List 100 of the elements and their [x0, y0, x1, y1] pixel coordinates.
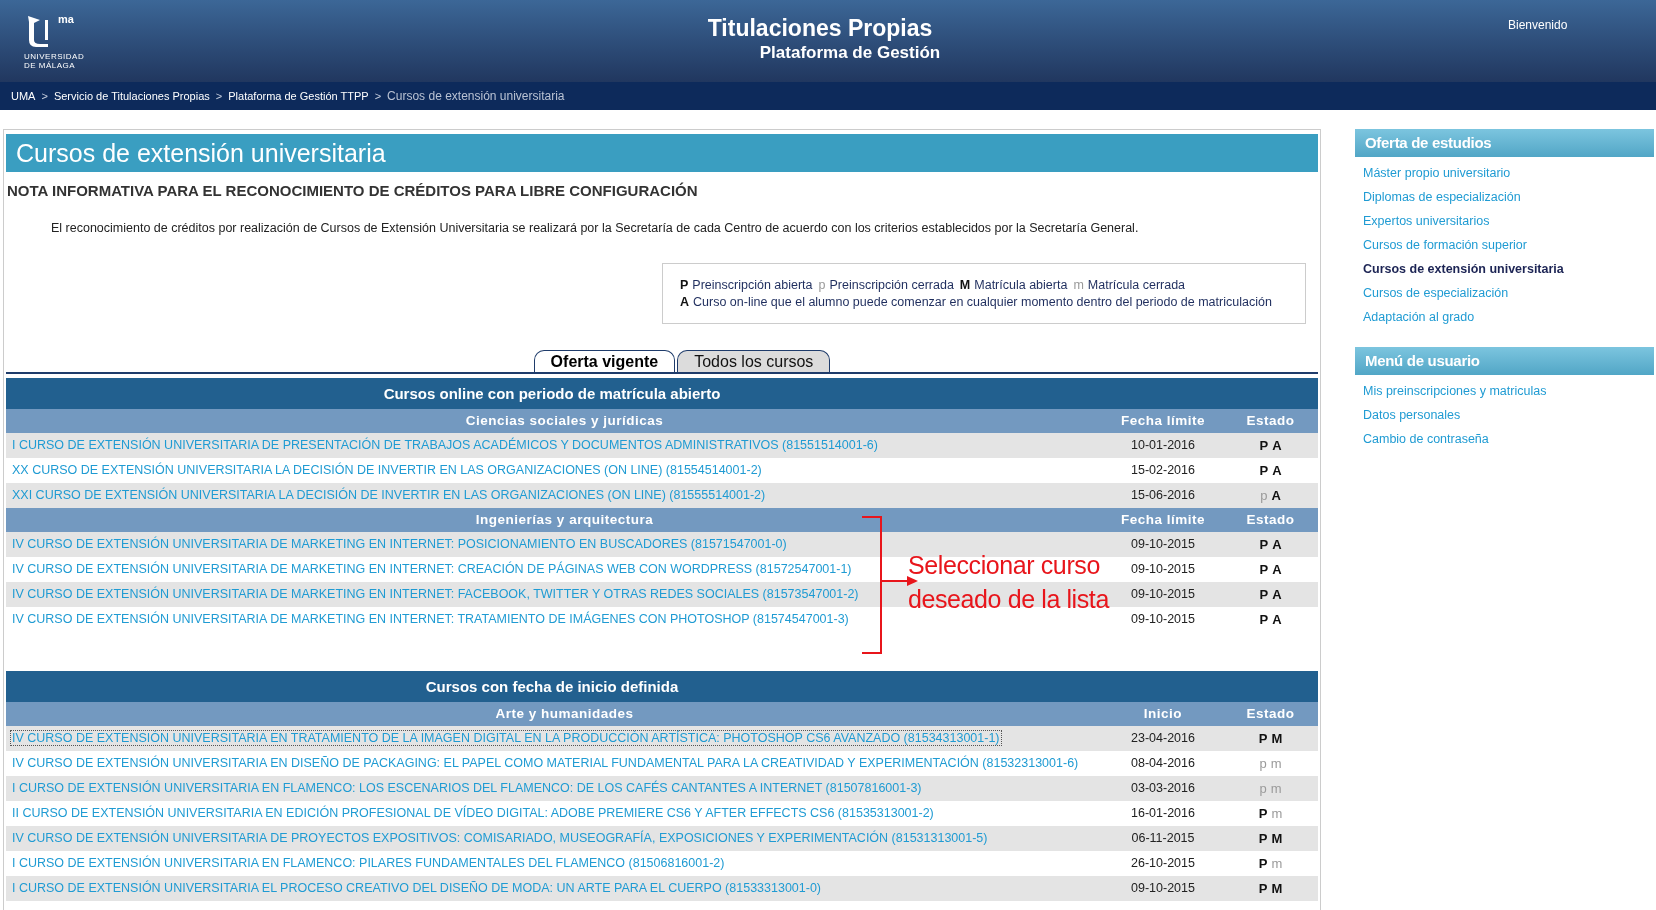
- status-letter: p: [1259, 780, 1267, 798]
- status-letter: A: [1272, 462, 1282, 480]
- university-logo[interactable]: ma UNIVERSIDAD DE MÁLAGA: [24, 12, 84, 68]
- date-cell-text: 26-10-2015: [1130, 855, 1196, 873]
- column-header: Estado: [1245, 412, 1296, 431]
- site-title: Titulaciones Propias: [707, 14, 933, 42]
- breadcrumb-link[interactable]: Servicio de Titulaciones Propias: [53, 87, 210, 105]
- date-cell-text: 08-04-2016: [1130, 755, 1196, 773]
- breadcrumb-separator: >: [374, 88, 382, 104]
- sidebar-link[interactable]: Cursos de extensión universitaria: [1363, 257, 1654, 281]
- course-link[interactable]: II CURSO DE EXTENSIÓN UNIVERSITARIA EN EDICIÓN PROFESIONAL DE VÍDEO DIGITAL: ADOBE PREMIERE CS6 Y AFTER EFFECTS CS6 (81535313001-2): [11, 806, 935, 821]
- sidebar-link[interactable]: Adaptación al grado: [1363, 305, 1654, 329]
- status-letter: m: [1271, 805, 1283, 823]
- tab[interactable]: Todos los cursos: [677, 350, 831, 373]
- date-cell-text: 15-06-2016: [1130, 487, 1196, 505]
- course-link[interactable]: IV CURSO DE EXTENSIÓN UNIVERSITARIA DE MARKETING EN INTERNET: CREACIÓN DE PÁGINAS WEB CON WORDPRESS (81572547001-1): [11, 562, 853, 577]
- course-link[interactable]: IV CURSO DE EXTENSIÓN UNIVERSITARIA DE MARKETING EN INTERNET: POSICIONAMIENTO EN BUSCADORES (81571547001-0): [11, 537, 788, 552]
- date-cell-text: 06-11-2015: [1130, 830, 1196, 848]
- status-letter: A: [1271, 487, 1281, 505]
- sidebar-header: Menú de usuario: [1355, 347, 1654, 375]
- annotation-text: deseado de la lista: [908, 584, 1109, 615]
- legend-label: Curso on-line que el alumno puede comenzar en cualquier momento dentro del periodo de matriculación: [693, 294, 1272, 312]
- course-link[interactable]: I CURSO DE EXTENSIÓN UNIVERSITARIA DE PRESENTACIÓN DE TRABAJOS ACADÉMICOS Y DOCUMENTOS ADMINISTRATIVOS (81551514001-6): [11, 438, 879, 453]
- date-cell-text: 09-10-2015: [1130, 611, 1196, 629]
- status-letter: m: [1270, 755, 1282, 773]
- column-header: Estado: [1245, 705, 1296, 724]
- breadcrumb-separator: >: [215, 88, 223, 104]
- breadcrumb-link[interactable]: Cursos de extensión universitaria: [387, 87, 565, 105]
- status-letter: m: [1073, 277, 1084, 295]
- status-letter: P: [1258, 855, 1268, 873]
- status-letter: P: [1258, 880, 1268, 898]
- status-letter: P: [1259, 611, 1269, 629]
- column-header: Estado: [1245, 511, 1296, 530]
- course-link[interactable]: IV CURSO DE EXTENSIÓN UNIVERSITARIA DE MARKETING EN INTERNET: TRATAMIENTO DE IMÁGENES CON PHOTOSHOP (81574547001-3): [11, 612, 850, 627]
- course-link[interactable]: IV CURSO DE EXTENSIÓN UNIVERSITARIA DE MARKETING EN INTERNET: FACEBOOK, TWITTER Y OTRAS REDES SOCIALES (81573547001-2): [11, 587, 860, 602]
- sidebar-link[interactable]: Expertos universitarios: [1363, 209, 1654, 233]
- breadcrumb-link[interactable]: Plataforma de Gestión TTPP: [228, 87, 369, 105]
- sidebar-header: Oferta de estudios: [1355, 129, 1654, 157]
- date-cell-text: 09-10-2015: [1130, 561, 1196, 579]
- status-letter: p: [818, 277, 826, 295]
- sidebar-link[interactable]: Datos personales: [1363, 403, 1654, 427]
- status-letter: P: [1258, 730, 1268, 748]
- status-letter: P: [1259, 586, 1269, 604]
- sidebar-link[interactable]: Cambio de contraseña: [1363, 427, 1654, 451]
- course-link[interactable]: IV CURSO DE EXTENSIÓN UNIVERSITARIA EN DISEÑO DE PACKAGING: EL PAPEL COMO MATERIAL FUNDAMENTAL PARA LA CREATIVIDAD Y EXPERIMENTACIÓN (81532313001-6): [11, 756, 1080, 771]
- status-letter: p: [1260, 487, 1268, 505]
- date-cell-text: 16-01-2016: [1130, 805, 1196, 823]
- greeting-text: Bienvenido: [1508, 17, 1568, 34]
- logo-mark: ma: [58, 14, 74, 25]
- course-link[interactable]: I CURSO DE EXTENSIÓN UNIVERSITARIA EN FLAMENCO: LOS ESCENARIOS DEL FLAMENCO: DE LOS CAFÉS CANTANTES A INTERNET (81507816001-3): [11, 781, 923, 796]
- date-cell-text: 03-03-2016: [1130, 780, 1196, 798]
- status-letter: m: [1270, 780, 1282, 798]
- course-link[interactable]: XXI CURSO DE EXTENSIÓN UNIVERSITARIA LA DECISIÓN DE INVERTIR EN LAS ORGANIZACIONES (ON LINE) (81555514001-2): [11, 488, 767, 503]
- sidebar-link[interactable]: Cursos de especialización: [1363, 281, 1654, 305]
- date-cell-text: 09-10-2015: [1130, 880, 1196, 898]
- status-letter: m: [1271, 855, 1283, 873]
- annotation-text: Seleccionar curso: [908, 550, 1101, 581]
- sidebar-link[interactable]: Cursos de formación superior: [1363, 233, 1654, 257]
- legend-label: Preinscripción abierta: [692, 277, 813, 295]
- notice-heading: NOTA INFORMATIVA PARA EL RECONOCIMIENTO DE CRÉDITOS PARA LIBRE CONFIGURACIÓN: [6, 181, 699, 201]
- sidebar-link[interactable]: Máster propio universitario: [1363, 161, 1654, 185]
- tab[interactable]: Oferta vigente: [533, 350, 676, 373]
- column-header: Fecha límite: [1120, 412, 1206, 431]
- logo-icon: [26, 14, 50, 48]
- course-link[interactable]: IV CURSO DE EXTENSIÓN UNIVERSITARIA DE PROYECTOS EXPOSITIVOS: COMISARIADO, MUSEOGRAFÍA, EXPOSICIONES Y EXPERIMENTACIÓN (81531313001-5): [11, 831, 989, 846]
- legend-label: Preinscripción cerrada: [829, 277, 954, 295]
- notice-text: El reconocimiento de créditos por realización de Cursos de Extensión Universitaria se realizará por la Secretaría de cada Centro de acuerdo con los criterios establecidos por la Secretaría General.: [50, 219, 1140, 237]
- status-letter: p: [1259, 755, 1267, 773]
- course-link[interactable]: I CURSO DE EXTENSIÓN UNIVERSITARIA EN FLAMENCO: PILARES FUNDAMENTALES DEL FLAMENCO (81506816001-2): [11, 856, 726, 871]
- status-letter: P: [1258, 805, 1268, 823]
- legend-label: Matrícula cerrada: [1087, 277, 1186, 295]
- status-letter: P: [1259, 462, 1269, 480]
- sidebar-link[interactable]: Diplomas de especialización: [1363, 185, 1654, 209]
- status-letter: A: [1272, 611, 1282, 629]
- status-letter: P: [1259, 561, 1269, 579]
- logo-caption: UNIVERSIDAD: [24, 52, 85, 61]
- course-link[interactable]: IV CURSO DE EXTENSIÓN UNIVERSITARIA EN TRATAMIENTO DE LA IMAGEN DIGITAL EN LA PRODUCCIÓN ARTÍSTICA: PHOTOSHOP CS6 AVANZADO (81534313001-1): [11, 731, 1001, 746]
- status-letter: P: [1258, 830, 1268, 848]
- date-cell-text: 10-01-2016: [1130, 437, 1196, 455]
- logo-caption: DE MÁLAGA: [24, 61, 77, 70]
- course-link[interactable]: I CURSO DE EXTENSIÓN UNIVERSITARIA EL PROCESO CREATIVO DEL DISEÑO DE MODA: UN ARTE PARA EL CUERPO (81533313001-0): [11, 881, 823, 896]
- legend-label: Matrícula abierta: [974, 277, 1068, 295]
- status-letter: A: [1272, 437, 1282, 455]
- sidebar-link[interactable]: Mis preinscripciones y matriculas: [1363, 379, 1654, 403]
- status-letter: A: [680, 294, 690, 312]
- status-letter: M: [1271, 730, 1283, 748]
- status-letter: M: [1271, 880, 1283, 898]
- status-letter: A: [1272, 586, 1282, 604]
- breadcrumb-link[interactable]: UMA: [11, 87, 36, 105]
- group-title: Ciencias sociales y jurídicas: [464, 412, 665, 431]
- status-letter: P: [1259, 437, 1269, 455]
- date-cell-text: 09-10-2015: [1130, 536, 1196, 554]
- status-letter: M: [959, 277, 971, 295]
- status-letter: A: [1272, 536, 1282, 554]
- course-link[interactable]: XX CURSO DE EXTENSIÓN UNIVERSITARIA LA DECISIÓN DE INVERTIR EN LAS ORGANIZACIONES (ON LINE) (81554514001-2): [11, 463, 763, 478]
- page-title: Cursos de extensión universitaria: [6, 134, 1318, 172]
- date-cell-text: 23-04-2016: [1130, 730, 1196, 748]
- column-header: Inicio: [1142, 705, 1184, 724]
- section-header: Cursos online con periodo de matrícula abierto: [6, 378, 1318, 410]
- status-letter: P: [680, 277, 689, 295]
